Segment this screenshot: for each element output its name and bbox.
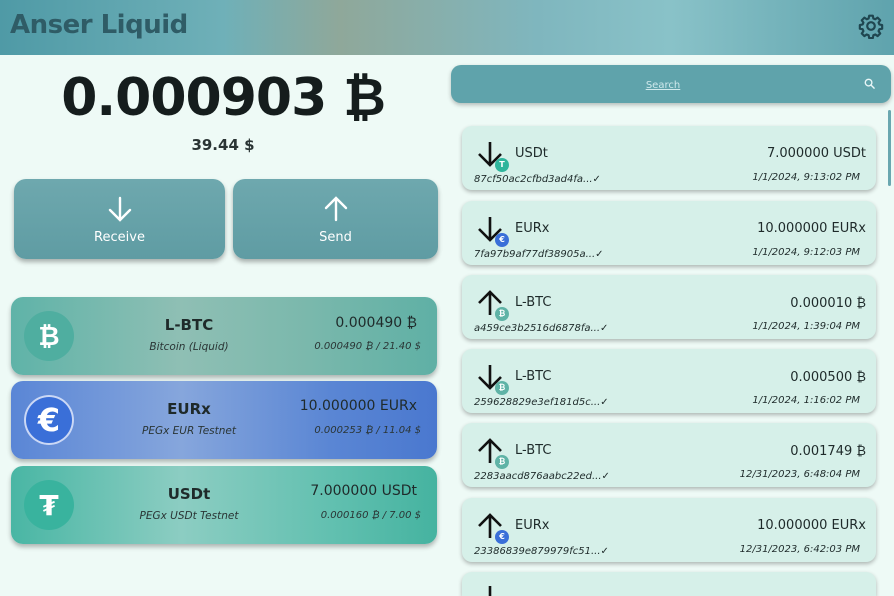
arrow-up-icon <box>324 196 347 222</box>
gear-icon[interactable] <box>858 13 884 39</box>
tx-date: 12/31/2023, 6:48:04 PM <box>739 469 860 480</box>
asset-amount: 10.000000 EURx <box>299 398 417 414</box>
bitcoin-icon: ₿ <box>495 381 509 395</box>
search-icon[interactable] <box>864 78 875 89</box>
bitcoin-icon: ₿ <box>495 455 509 469</box>
app-header: Anser Liquid <box>0 0 894 55</box>
tx-date: 1/1/2024, 1:39:04 PM <box>752 321 860 332</box>
tx-hash: 7fa97b9af77df38905a...✓ <box>474 249 604 260</box>
tx-asset: L-BTC <box>515 369 552 384</box>
asset-value: 0.000490 ₿ / 21.40 $ <box>314 341 421 352</box>
asset-card-lbtc[interactable]: ₿ L-BTC Bitcoin (Liquid) 0.000490 ₿ 0.00… <box>11 297 437 375</box>
arrow-down-icon <box>488 586 492 596</box>
app-title: Anser Liquid <box>10 10 188 40</box>
fiat-balance: 39.44 $ <box>191 136 255 154</box>
tx-date: 1/1/2024, 1:16:02 PM <box>752 395 860 406</box>
transaction-row[interactable]: € EURx 10.000000 EURx 23386839e879979fc5… <box>462 498 876 562</box>
tx-amount: 10.000000 EURx <box>757 221 866 236</box>
tx-amount: 10.000000 EURx <box>757 518 866 533</box>
receive-button[interactable]: Receive <box>14 179 225 259</box>
tx-hash: 23386839e879979fc51...✓ <box>474 546 609 557</box>
tx-amount: 7.000000 USDt <box>766 146 866 161</box>
asset-amount: 7.000000 USDt <box>310 483 417 499</box>
tx-asset: USDt <box>515 146 548 161</box>
tx-date: 1/1/2024, 9:13:02 PM <box>752 172 860 183</box>
transaction-row[interactable]: € EURx 10.000000 EURx 7fa97b9af77df38905… <box>462 201 876 265</box>
transaction-row[interactable]: ₿ L-BTC 0.000500 ₿ 259628829e3ef181d5c..… <box>462 349 876 413</box>
asset-amount: 0.000490 ₿ <box>335 315 417 331</box>
tether-icon: T <box>495 158 509 172</box>
send-button[interactable]: Send <box>233 179 438 259</box>
total-balance: 0.000903 ₿ <box>61 68 386 128</box>
tx-amount: 0.000010 ₿ <box>790 296 866 311</box>
tx-amount: 0.001749 ₿ <box>790 444 866 459</box>
scrollbar-thumb[interactable] <box>888 110 891 186</box>
euro-icon: € <box>495 530 509 544</box>
search-bar[interactable] <box>451 65 891 103</box>
tx-hash: 87cf50ac2cfbd3ad4fa...✓ <box>474 174 601 185</box>
asset-value: 0.000160 ₿ / 7.00 $ <box>320 510 421 521</box>
transaction-row[interactable]: ₿ L-BTC 0.000010 ₿ a459ce3b2516d6878fa..… <box>462 275 876 339</box>
tx-hash: 259628829e3ef181d5c...✓ <box>474 397 609 408</box>
euro-icon: € <box>495 233 509 247</box>
bitcoin-icon: ₿ <box>495 307 509 321</box>
arrow-down-icon <box>108 196 131 222</box>
tx-date: 1/1/2024, 9:12:03 PM <box>752 247 860 258</box>
tx-asset: EURx <box>515 518 550 533</box>
search-input[interactable] <box>471 74 855 96</box>
receive-label: Receive <box>94 230 145 245</box>
asset-name: PEGx USDt Testnet <box>139 510 239 522</box>
tx-date: 12/31/2023, 6:42:03 PM <box>739 544 860 555</box>
tx-amount: 0.000500 ₿ <box>790 370 866 385</box>
asset-card-usdt[interactable]: ₮ USDt PEGx USDt Testnet 7.000000 USDt 0… <box>11 466 437 544</box>
transaction-row[interactable]: T USDt 7.000000 USDt 87cf50ac2cfbd3ad4fa… <box>462 126 876 190</box>
asset-ticker: L-BTC <box>164 316 214 334</box>
asset-card-eurx[interactable]: € EURx PEGx EUR Testnet 10.000000 EURx 0… <box>11 381 437 459</box>
tx-asset: L-BTC <box>515 295 552 310</box>
tx-hash: 2283aacd876aabc22ed...✓ <box>474 471 610 482</box>
transaction-row-partial[interactable] <box>462 572 876 596</box>
tx-asset: L-BTC <box>515 443 552 458</box>
tx-hash: a459ce3b2516d6878fa...✓ <box>474 323 609 334</box>
transaction-row[interactable]: ₿ L-BTC 0.001749 ₿ 2283aacd876aabc22ed..… <box>462 423 876 487</box>
asset-value: 0.000253 ₿ / 11.04 $ <box>314 425 421 436</box>
send-label: Send <box>319 230 352 245</box>
tx-asset: EURx <box>515 221 550 236</box>
